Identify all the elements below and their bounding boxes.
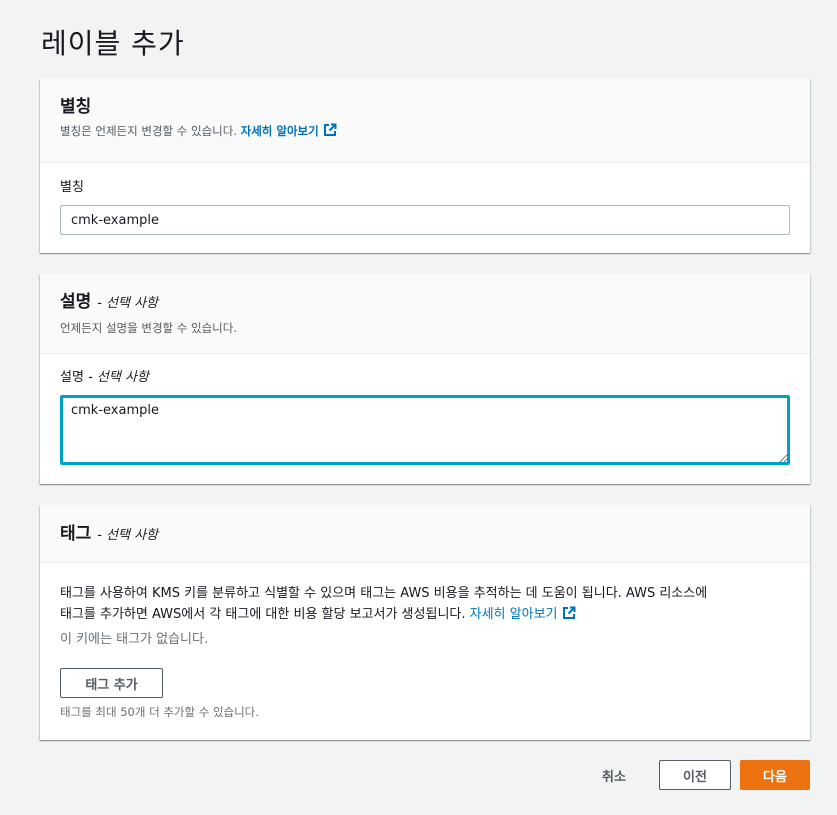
description-panel-header: 설명 - 선택 사항 언제든지 설명을 변경할 수 있습니다. [40,274,810,354]
tags-optional-tag: - 선택 사항 [97,528,158,543]
alias-input[interactable] [60,205,790,235]
next-button[interactable]: 다음 [740,760,810,790]
tags-panel-body: 태그를 사용하여 KMS 키를 분류하고 식별할 수 있으며 태그는 AWS 비… [40,563,810,740]
tags-heading-text: 태그 [60,524,92,544]
description-textarea[interactable]: cmk-example [60,395,790,465]
tags-limit-note: 태그를 최대 50개 더 추가할 수 있습니다. [60,705,259,719]
external-link-icon [323,123,337,141]
add-tag-row: 태그 추가 [60,668,794,698]
tags-help-line2: 태그를 추가하면 AWS에서 각 태그에 대한 비용 할당 보고서가 생성됩니다… [60,607,466,622]
cancel-button[interactable]: 취소 [588,760,640,790]
external-link-icon [562,606,576,627]
previous-button[interactable]: 이전 [659,760,731,790]
alias-panel-body: 별칭 [40,163,810,255]
alias-field-label: 별칭 [60,180,84,195]
alias-description-text: 별칭은 언제든지 변경할 수 있습니다. [60,124,237,138]
tags-learn-more-link[interactable]: 자세히 알아보기 [469,606,576,622]
tags-panel-header: 태그 - 선택 사항 [40,505,810,563]
description-field-label-text: 설명 [60,370,84,385]
alias-panel: 별칭 별칭은 언제든지 변경할 수 있습니다. 자세히 알아보기 별칭 [40,79,810,253]
description-field-label: 설명 - 선택 사항 [60,369,790,387]
description-field-optional: - 선택 사항 [88,370,149,385]
tags-help-line1: 태그를 사용하여 KMS 키를 분류하고 식별할 수 있으며 태그는 AWS 비… [60,586,708,601]
description-heading-text: 설명 [60,292,92,312]
tags-learn-more-text: 자세히 알아보기 [469,607,558,622]
description-panel: 설명 - 선택 사항 언제든지 설명을 변경할 수 있습니다. 설명 - 선택 … [40,274,810,484]
tags-help-text: 태그를 사용하여 KMS 키를 분류하고 식별할 수 있으며 태그는 AWS 비… [60,583,794,627]
alias-heading: 별칭 [60,97,92,117]
description-panel-body: 설명 - 선택 사항 cmk-example [40,354,810,485]
page-title: 레이블 추가 [41,27,185,60]
add-tag-button[interactable]: 태그 추가 [60,668,163,698]
description-heading: 설명 - 선택 사항 [60,290,790,316]
tags-heading: 태그 - 선택 사항 [60,522,790,548]
tags-empty-text: 이 키에는 태그가 없습니다. [60,632,209,647]
alias-panel-header: 별칭 별칭은 언제든지 변경할 수 있습니다. 자세히 알아보기 [40,79,810,163]
description-help-text: 언제든지 설명을 변경할 수 있습니다. [60,321,237,335]
description-optional-tag: - 선택 사항 [97,296,158,311]
alias-learn-more-text: 자세히 알아보기 [240,124,319,138]
alias-learn-more-link[interactable]: 자세히 알아보기 [240,123,337,141]
alias-description: 별칭은 언제든지 변경할 수 있습니다. 자세히 알아보기 [60,123,790,141]
tags-panel: 태그 - 선택 사항 태그를 사용하여 KMS 키를 분류하고 식별할 수 있으… [40,505,810,740]
